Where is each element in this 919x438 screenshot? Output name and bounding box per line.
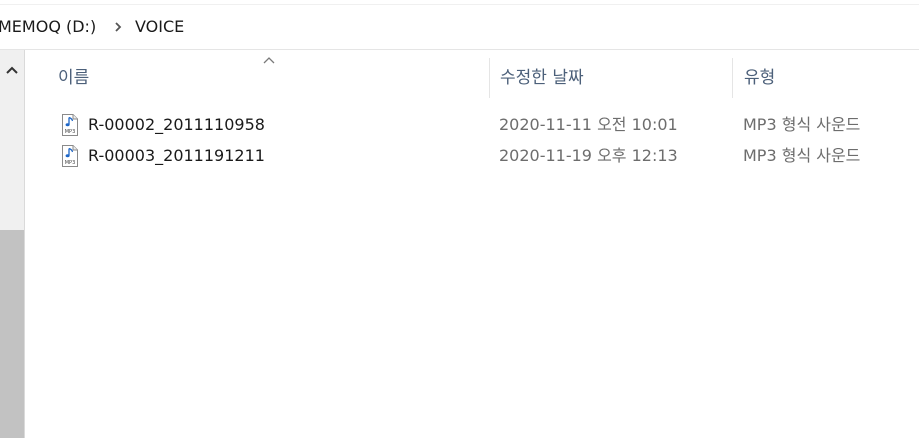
column-header-date-modified[interactable]: 수정한 날짜 [500,66,584,90]
scrollbar-thumb[interactable] [0,230,24,438]
file-type: MP3 형식 사운드 [743,115,861,134]
chevron-right-icon[interactable] [113,20,123,34]
column-divider[interactable] [732,58,733,98]
file-explorer-window: MEMOQ (D:) VOICE 이름 수정한 날짜 유형 MP3 R-0000… [0,0,919,438]
breadcrumb-item-folder[interactable]: VOICE [135,16,184,38]
file-list-item[interactable]: MP3 R-00003_2011191211 2020-11-19 오후 12:… [26,142,919,172]
svg-text:MP3: MP3 [65,160,76,166]
file-date-modified: 2020-11-11 오전 10:01 [499,115,678,134]
breadcrumb-item-drive[interactable]: MEMOQ (D:) [0,16,96,38]
file-type: MP3 형식 사운드 [743,146,861,165]
file-list-item[interactable]: MP3 R-00002_2011110958 2020-11-11 오전 10:… [26,111,919,141]
mp3-file-icon: MP3 [62,114,78,136]
mp3-file-icon: MP3 [62,145,78,167]
file-name[interactable]: R-00002_2011110958 [88,114,265,136]
toolbar-divider [0,4,919,5]
column-header-type[interactable]: 유형 [744,66,775,90]
file-date-modified: 2020-11-19 오후 12:13 [499,146,678,165]
svg-text:MP3: MP3 [65,129,76,135]
address-bar[interactable]: MEMOQ (D:) VOICE [0,0,919,50]
file-name[interactable]: R-00003_2011191211 [88,145,265,167]
column-header-row: 이름 수정한 날짜 유형 [26,50,919,100]
navigation-pane-scrollbar[interactable] [0,50,25,438]
column-header-name[interactable]: 이름 [58,66,89,90]
column-divider[interactable] [489,58,490,98]
sort-ascending-icon [263,57,275,64]
scroll-up-arrow-icon[interactable] [5,65,19,75]
